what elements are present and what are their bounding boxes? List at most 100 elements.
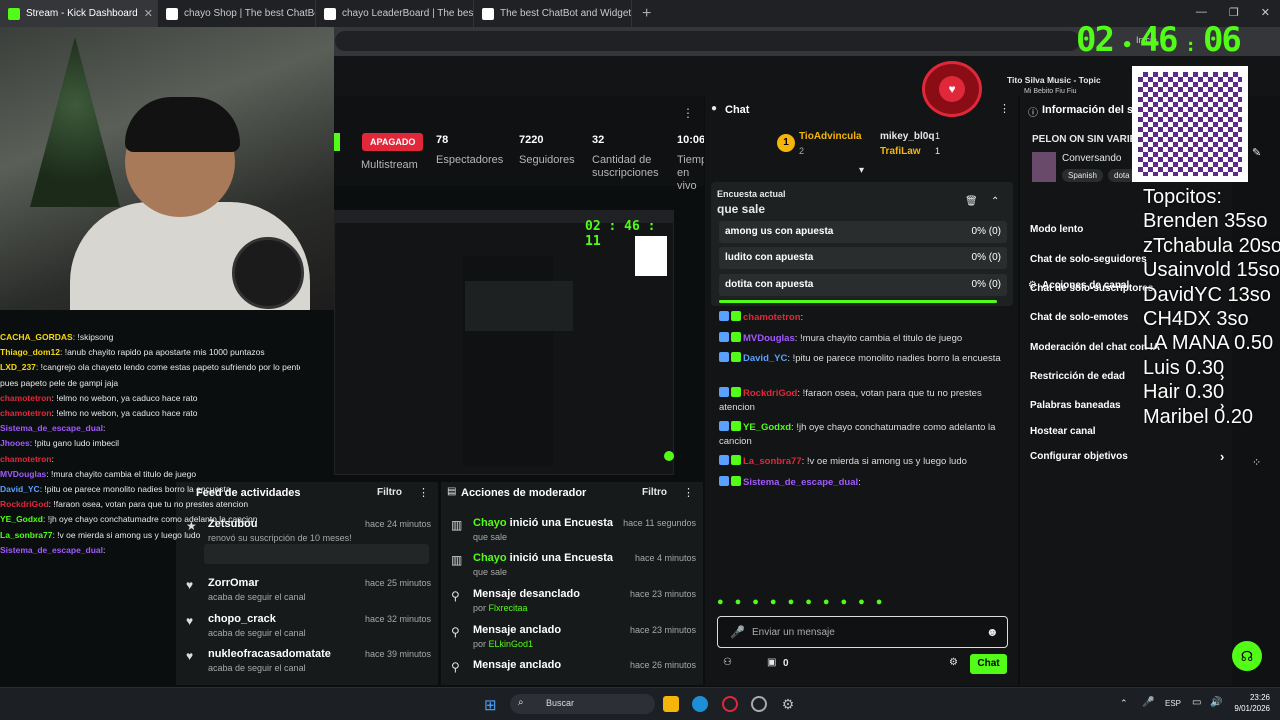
status-badge: APAGADO [362,133,424,151]
support-button[interactable]: ☊ [1232,641,1262,671]
channel-action[interactable]: Restricción de edad › [1030,369,1224,384]
overlay-chat-line: LXD_237: !cangrejo ola chayeto lendo com… [0,360,300,375]
more-icon[interactable]: ⋮ [418,486,429,499]
channel-action-label: Hostear canal [1030,426,1096,437]
taskbar-search[interactable]: Buscar [510,694,655,714]
edge-icon[interactable] [692,696,708,712]
system-clock[interactable]: 23:26 9/01/2026 [1234,692,1270,714]
multistream-label[interactable]: Multistream [361,159,418,171]
gear-icon[interactable]: ⚙ [949,657,958,668]
tag[interactable]: Spanish [1062,169,1103,182]
filter-button[interactable]: Filtro [377,487,402,498]
browser-tab[interactable]: The best ChatBot and Widgets for✕ [474,0,632,27]
channel-action[interactable]: Chat de solo-suscriptores [1030,283,1153,294]
chevron-up-icon[interactable]: ⌃ [1120,698,1128,709]
pin-icon: ⚲ [451,625,460,639]
delete-icon[interactable]: 🗑 [965,196,978,207]
volume-icon[interactable]: 🔊 [1210,697,1222,708]
gear-icon[interactable]: ⚙ [780,696,796,712]
chat-username[interactable]: YE_Godxd [743,422,791,433]
channel-action-label: Chat de solo-suscriptores [1030,283,1154,294]
channel-action[interactable]: Palabras baneadas › [1030,398,1224,413]
apps-icon[interactable]: ⁘ [1252,456,1261,469]
chat-text: : !v oe mierda si among us y luego ludo [801,456,967,467]
chat-message[interactable]: La_sonbra77: !v oe mierda si among us y … [719,455,1014,469]
poll-option[interactable]: dotita con apuesta 0% (0) [719,274,1007,296]
chat-username[interactable]: Sistema_de_escape_dual [743,477,858,488]
emoji-icon[interactable]: ☻ [986,625,999,639]
chat-message[interactable]: Sistema_de_escape_dual: [719,476,1014,490]
chat-message[interactable]: David_YC: !pitu oe parece monolito nadie… [719,352,1014,366]
kick-icon [8,7,20,20]
overlay-chat-line: MVDouglas: !mura chayito cambia el titul… [0,467,300,482]
gift-icon[interactable]: ▣ [767,657,776,668]
address-bar[interactable] [335,31,1080,51]
network-icon[interactable]: ▭ [1192,697,1201,708]
overlay-chat-line: Thiago_dom12: !anub chayito rapido pa ap… [0,345,300,360]
browser-tab[interactable]: chayo LeaderBoard | The best Cha✕ [316,0,474,27]
more-icon[interactable]: ⋮ [683,486,694,499]
overlay-chat: CACHA_GORDAS: !skipsong Thiago_dom12: !an… [0,330,300,558]
overlay-chat-text: : !pitu gano ludo imbecil [29,438,120,449]
channel-action[interactable]: Chat de solo-seguidores [1030,254,1147,265]
channel-action[interactable]: Modo lento [1030,224,1083,235]
chat-username[interactable]: David_YC [743,353,787,364]
send-chat-button[interactable]: Chat [970,654,1007,674]
overlay-chat-line: YE_Godxd: !jh oye chayo conchatumadre co… [0,512,300,527]
heart-icon: ♥ [186,649,194,663]
stream-preview[interactable]: 02 : 46 : 11 [334,210,674,475]
pencil-icon[interactable]: ✎ [1252,146,1261,159]
channel-action-label: Moderación del chat con IA [1030,342,1161,353]
points-icon[interactable]: ⚇ [723,657,732,668]
close-window-icon[interactable]: ✕ [1261,6,1270,19]
obs-icon[interactable] [751,696,767,712]
mod-item: ▥ Chayo inició una Encuesta que sale hace 1… [451,517,696,542]
chat-message[interactable]: MVDouglas: !mura chayito cambia el titul… [719,332,1014,346]
language-indicator[interactable]: ESP [1165,699,1181,708]
mic-icon[interactable]: 🎤 [1142,697,1154,708]
channel-action[interactable]: Moderación del chat con IA [1030,342,1160,353]
chevron-up-icon[interactable]: ⌃ [991,196,999,207]
more-icon[interactable]: ⋮ [682,106,694,120]
chat-input[interactable]: 🎤 Enviar un mensaje ☻ [717,616,1008,648]
overlay-chat-user: chamotetron [0,392,52,403]
browser-tab[interactable]: Stream - Kick Dashboard ✕ [0,0,158,27]
chat-username[interactable]: MVDouglas [743,333,795,344]
channel-action[interactable]: Chat de solo-emotes [1030,312,1128,323]
minimize-icon[interactable]: — [1196,6,1207,19]
chat-message[interactable]: RockdriGod: !faraon osea, votan para que… [719,387,1014,415]
poll-option[interactable]: ludito con apuesta 0% (0) [719,247,1007,269]
windows-start-icon[interactable]: ⊞ [484,696,497,714]
file-explorer-icon[interactable] [663,696,679,712]
gifter-name[interactable]: mikey_bl0q [880,131,934,142]
close-icon[interactable]: ✕ [144,7,153,20]
gifter-name[interactable]: TrafiLaw [880,146,921,157]
maximize-icon[interactable]: ❐ [1229,6,1239,19]
pin-icon: ⚲ [451,589,460,603]
expand-icon[interactable]: ▾ [859,165,864,176]
chat-message[interactable]: YE_Godxd: !jh oye chayo conchatumadre co… [719,421,1014,449]
filter-button[interactable]: Filtro [642,487,667,498]
category-name[interactable]: Conversando [1062,153,1121,164]
chayo-icon [166,7,178,20]
mic-icon[interactable]: 🎤 [730,625,745,639]
yape-qr-code [1132,66,1248,182]
overlay-chat-line: chamotetron: !elmo no webon, ya caduco h… [0,391,300,406]
poll-option[interactable]: among us con apuesta 0% (0) [719,221,1007,243]
overlay-chat-user: La_sonbra77 [0,529,53,540]
emote-bar[interactable]: ●●●●●●●●●● [717,596,1007,614]
more-icon[interactable]: ⋮ [999,102,1010,115]
chat-username[interactable]: RockdriGod [743,388,797,399]
opera-icon[interactable] [722,696,738,712]
browser-tab[interactable]: chayo Shop | The best ChatBot and✕ [158,0,316,27]
chat-username[interactable]: chamotetron [743,312,801,323]
top-gifter-name[interactable]: TioAdvincula [799,131,862,142]
new-tab-icon[interactable]: + [642,5,651,23]
channel-action[interactable]: Hostear canal [1030,426,1096,437]
preview-poll [465,281,573,331]
chat-message[interactable]: chamotetron: [719,311,1014,325]
chat-username[interactable]: La_sonbra77 [743,456,802,467]
top-gifter-count: 2 [799,146,805,156]
channel-action[interactable]: Configurar objetivos › [1030,449,1224,464]
chevron-right-icon: › [1220,449,1225,464]
